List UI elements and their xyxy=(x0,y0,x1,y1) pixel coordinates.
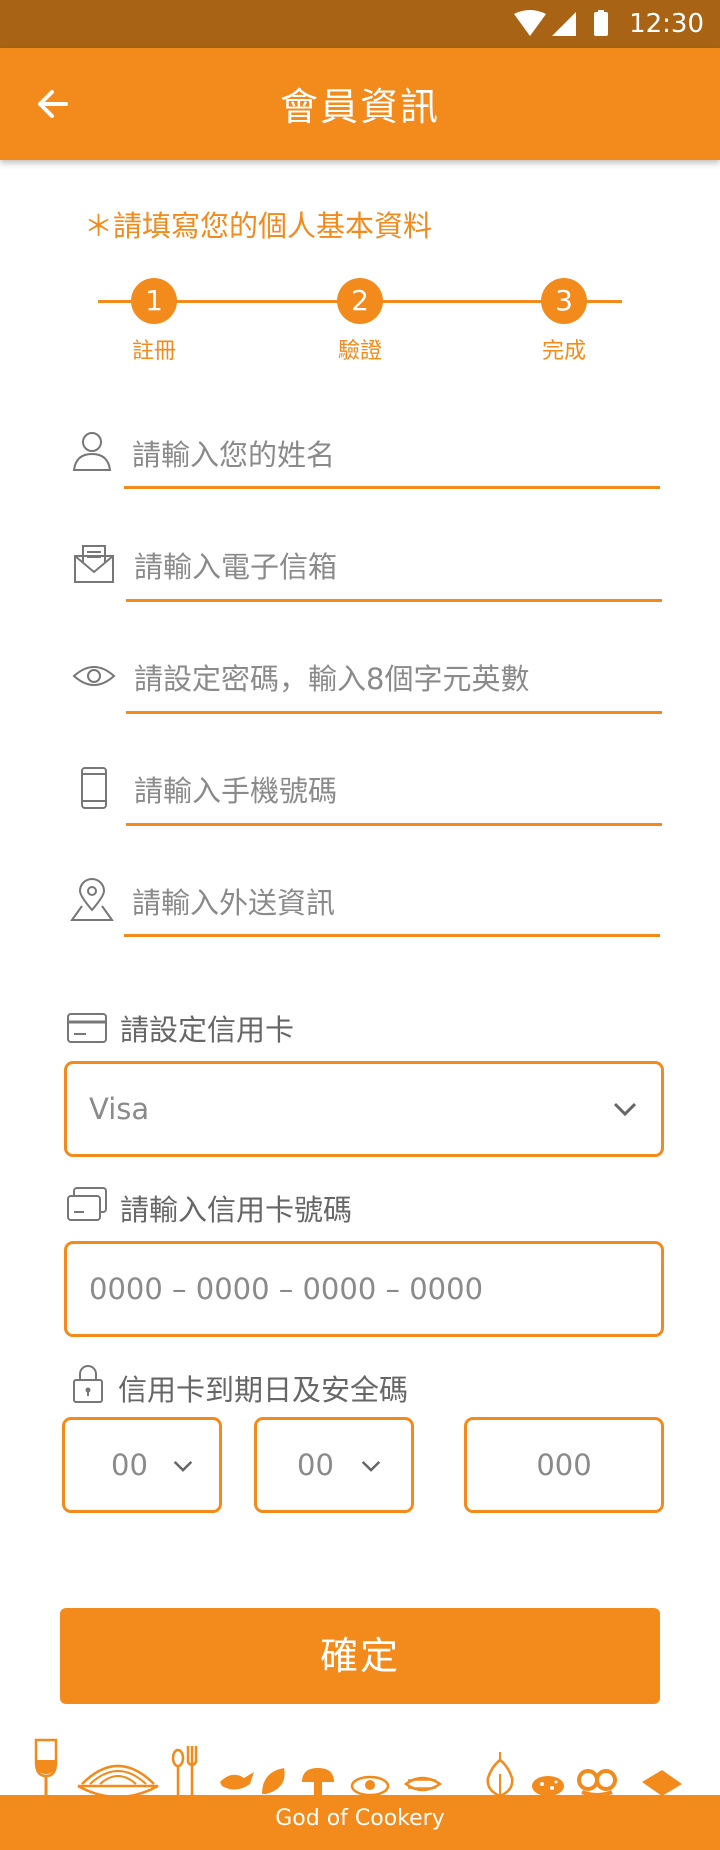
footer-brand: God of Cookery xyxy=(275,1806,445,1831)
leaf-icon xyxy=(262,1768,285,1794)
name-input[interactable]: 請輸入您的姓名 xyxy=(132,432,335,474)
map-pin-icon xyxy=(70,878,114,921)
card-type-label: 請設定信用卡 xyxy=(120,1013,295,1047)
card-type-value: Visa xyxy=(89,1092,150,1126)
cheese-icon xyxy=(642,1770,682,1796)
step-label-register: 註冊 xyxy=(131,339,176,364)
wifi-signal-battery-icons xyxy=(514,10,608,36)
expiry-year-select[interactable]: 00 xyxy=(254,1417,414,1513)
egg-icon xyxy=(350,1775,390,1797)
bird-icon xyxy=(220,1772,254,1790)
phone-underline xyxy=(126,823,662,826)
eye-icon[interactable] xyxy=(72,654,116,698)
card-number-input[interactable]: 0000 – 0000 – 0000 – 0000 xyxy=(64,1241,664,1337)
user-icon xyxy=(72,432,112,471)
lock-icon xyxy=(73,1365,103,1403)
step-label-verify: 驗證 xyxy=(337,339,382,364)
credit-cards-icon xyxy=(67,1187,107,1221)
cutlery-icon xyxy=(171,1746,198,1796)
pretzel-icon xyxy=(577,1769,617,1797)
expiry-month-select[interactable]: 00 xyxy=(62,1417,222,1513)
cvv-placeholder: 000 xyxy=(536,1448,592,1482)
card-number-label: 請輸入信用卡號碼 xyxy=(120,1193,353,1227)
expiry-label: 信用卡到期日及安全碼 xyxy=(118,1373,409,1407)
email-underline xyxy=(126,599,662,602)
mobile-phone-icon xyxy=(81,767,107,809)
chevron-down-icon xyxy=(613,1102,637,1116)
name-underline xyxy=(124,486,660,489)
password-underline xyxy=(126,711,662,714)
delivery-input[interactable]: 請輸入外送資訊 xyxy=(132,880,335,922)
confirm-button[interactable]: 確定 xyxy=(60,1608,660,1704)
noodle-bowl-icon xyxy=(77,1764,159,1798)
status-bar: 12:30 xyxy=(0,0,720,48)
password-input[interactable]: 請設定密碼，輸入8個字元英數 xyxy=(134,656,529,698)
expiry-year-value: 00 xyxy=(297,1448,334,1482)
onion-icon xyxy=(486,1752,514,1798)
phone-input[interactable]: 請輸入手機號碼 xyxy=(134,768,337,810)
food-illustration-strip xyxy=(34,1738,682,1798)
card-number-placeholder: 0000 – 0000 – 0000 – 0000 xyxy=(89,1272,484,1306)
back-arrow-icon[interactable] xyxy=(30,84,80,124)
status-time: 12:30 xyxy=(629,9,704,39)
step-3: 3 xyxy=(541,278,587,324)
step-2: 2 xyxy=(337,278,383,324)
delivery-underline xyxy=(124,934,660,937)
credit-card-icon xyxy=(67,1013,107,1043)
step-label-complete: 完成 xyxy=(541,339,586,364)
fish-icon xyxy=(403,1776,443,1792)
expiry-month-value: 00 xyxy=(111,1448,148,1482)
page-title: 會員資訊 xyxy=(279,85,440,129)
mushroom-icon xyxy=(302,1768,334,1796)
wine-glass-icon xyxy=(34,1738,58,1796)
app-bar: 會員資訊 xyxy=(0,48,720,160)
email-input[interactable]: 請輸入電子信箱 xyxy=(134,544,337,586)
chevron-down-icon xyxy=(361,1460,381,1472)
required-note: ＊請填寫您的個人基本資料 xyxy=(84,209,433,243)
cvv-input[interactable]: 000 xyxy=(464,1417,664,1513)
step-1: 1 xyxy=(131,278,177,324)
cookie-icon xyxy=(532,1776,564,1796)
card-type-select[interactable]: Visa xyxy=(64,1061,664,1157)
envelope-icon xyxy=(74,545,114,583)
chevron-down-icon xyxy=(173,1460,193,1472)
